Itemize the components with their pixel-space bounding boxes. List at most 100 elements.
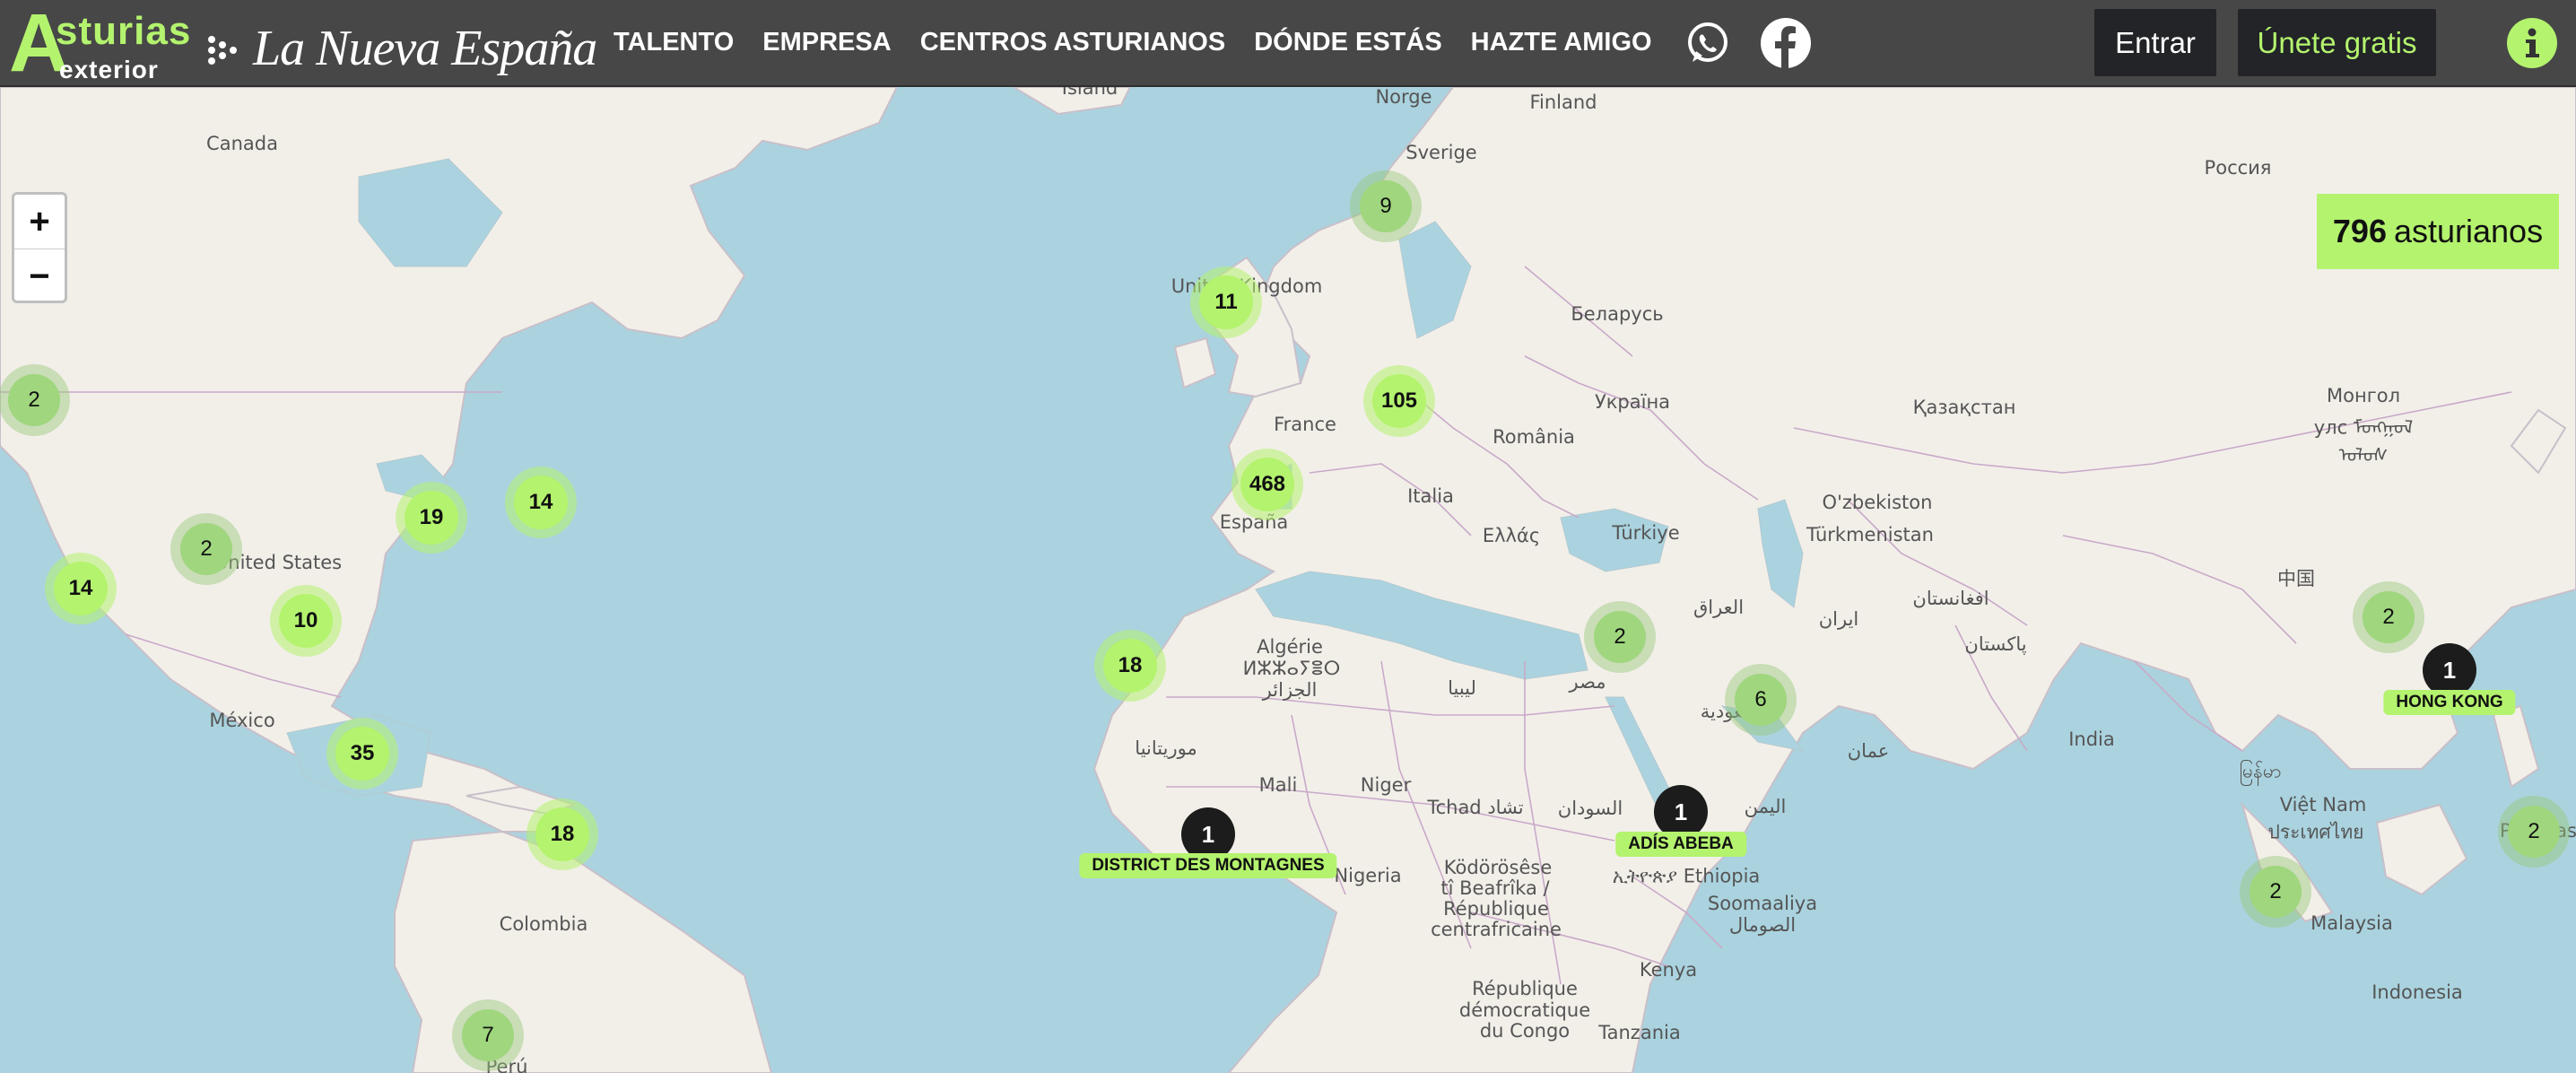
world-map[interactable]: Canada United States México Colombia Per… bbox=[0, 87, 2576, 1073]
facebook-icon[interactable] bbox=[1760, 17, 1812, 69]
map-cluster[interactable]: 2 bbox=[2240, 856, 2311, 928]
map-cluster[interactable]: 468 bbox=[1231, 449, 1303, 520]
logo-subtitle: exterior bbox=[59, 56, 159, 83]
place-label: México bbox=[209, 710, 275, 731]
land-borneo bbox=[2375, 803, 2468, 896]
map-cluster[interactable]: 2 bbox=[2498, 796, 2570, 868]
place-label: République bbox=[1472, 978, 1578, 999]
map-cluster[interactable]: 14 bbox=[505, 467, 577, 538]
info-icon bbox=[2526, 28, 2539, 57]
place-label: Ködörösêse bbox=[1443, 857, 1553, 878]
counter-label: asturianos bbox=[2393, 213, 2544, 249]
place-label: Algérie bbox=[1257, 636, 1323, 658]
map-cluster[interactable]: 105 bbox=[1363, 365, 1435, 437]
map-cluster[interactable]: 2 bbox=[2353, 581, 2424, 653]
map-marker[interactable]: 1 bbox=[2423, 643, 2476, 697]
login-button[interactable]: Entrar bbox=[2094, 9, 2216, 76]
social-links bbox=[1684, 17, 1812, 69]
place-label: Türkiye bbox=[1612, 522, 1680, 544]
place-label: ኢትዮጵያ Ethiopia bbox=[1612, 865, 1761, 887]
asturianos-counter: 796 asturianos bbox=[2317, 194, 2559, 269]
place-label: Colombia bbox=[499, 913, 588, 935]
place-label: O'zbekiston bbox=[1822, 492, 1933, 513]
cluster-count: 10 bbox=[279, 594, 333, 648]
cluster-count: 19 bbox=[405, 491, 458, 545]
place-label: မြန်မာ bbox=[2239, 760, 2282, 782]
cluster-count: 14 bbox=[514, 475, 568, 529]
cluster-count: 2 bbox=[1594, 611, 1646, 663]
map-cluster[interactable]: 11 bbox=[1190, 266, 1262, 338]
map-cluster[interactable]: 6 bbox=[1725, 664, 1797, 736]
map-marker[interactable]: 1 bbox=[1654, 785, 1708, 839]
place-label: Tchad تشاد bbox=[1427, 797, 1524, 818]
place-label: ᠤᠯᠤᠰ bbox=[2338, 444, 2389, 467]
place-label: Nigeria bbox=[1334, 865, 1402, 886]
place-label: România bbox=[1493, 426, 1575, 448]
place-label: اليمن bbox=[1744, 796, 1787, 817]
zoom-out-button[interactable]: − bbox=[14, 249, 65, 301]
lne-play-icon bbox=[208, 36, 237, 65]
map-cluster[interactable]: 14 bbox=[45, 553, 117, 624]
top-header: A sturias exterior La Nueva España TALEN… bbox=[0, 0, 2576, 87]
zoom-in-button[interactable]: + bbox=[14, 195, 65, 249]
counter-value: 796 bbox=[2332, 213, 2387, 249]
cluster-count: 105 bbox=[1372, 374, 1426, 428]
place-label: موريتانيا bbox=[1135, 737, 1197, 759]
place-label: Soomaaliya bbox=[1707, 893, 1818, 914]
city-label-adis-abeba[interactable]: ADÍS ABEBA bbox=[1615, 832, 1746, 857]
map-cluster[interactable]: 2 bbox=[170, 513, 242, 585]
place-label: Finland bbox=[1529, 92, 1597, 113]
place-label: Norge bbox=[1375, 87, 1432, 108]
map-cluster[interactable]: 10 bbox=[270, 585, 342, 657]
map-cluster[interactable]: 9 bbox=[1350, 170, 1422, 242]
map-cluster[interactable]: 7 bbox=[452, 999, 524, 1071]
place-label: Tanzania bbox=[1598, 1022, 1681, 1043]
cluster-count: 2 bbox=[8, 374, 60, 426]
place-label: Монгол bbox=[2326, 385, 2401, 406]
nav-donde-estas[interactable]: DÓNDE ESTÁS bbox=[1254, 28, 1441, 57]
map-cluster[interactable]: 35 bbox=[326, 718, 398, 789]
cluster-count: 11 bbox=[1199, 275, 1253, 329]
place-label: Niger bbox=[1360, 774, 1412, 796]
place-label: Ísland bbox=[1061, 87, 1118, 99]
cluster-count: 2 bbox=[2363, 591, 2415, 643]
land-ireland bbox=[1173, 336, 1217, 389]
place-label: Canada bbox=[206, 133, 278, 154]
cluster-count: 2 bbox=[2250, 866, 2302, 918]
whatsapp-icon[interactable] bbox=[1684, 20, 1731, 66]
cluster-count: 468 bbox=[1240, 458, 1294, 511]
cluster-count: 2 bbox=[180, 523, 232, 575]
zoom-control: + − bbox=[12, 192, 67, 303]
map-cluster[interactable]: 2 bbox=[0, 364, 70, 436]
place-label: Malaysia bbox=[2311, 912, 2393, 934]
place-label: ایران bbox=[1818, 608, 1859, 630]
place-label: ⵍⵣⵣⴰⵢⴻⵔ bbox=[1242, 658, 1341, 679]
map-cluster[interactable]: 2 bbox=[1584, 601, 1656, 673]
place-label: عمان bbox=[1847, 740, 1890, 762]
city-label-district-des-montagnes[interactable]: DISTRICT DES MONTAGNES bbox=[1079, 853, 1337, 878]
nav-talento[interactable]: TALENTO bbox=[614, 28, 734, 57]
signup-button[interactable]: Únete gratis bbox=[2238, 9, 2436, 76]
cluster-count: 18 bbox=[535, 807, 589, 861]
place-label: Беларусь bbox=[1571, 303, 1664, 325]
place-label: Україна bbox=[1594, 391, 1671, 413]
cluster-count: 2 bbox=[2508, 806, 2560, 858]
place-label: Mali bbox=[1258, 774, 1298, 796]
place-label: Việt Nam bbox=[2279, 794, 2367, 816]
main-navigation: TALENTO EMPRESA CENTROS ASTURIANOS DÓNDE… bbox=[614, 0, 1812, 85]
city-label-hong-kong[interactable]: HONG KONG bbox=[2383, 690, 2516, 715]
place-label: France bbox=[1274, 414, 1336, 435]
map-cluster[interactable]: 18 bbox=[527, 798, 598, 870]
place-label: 中国 bbox=[2277, 568, 2315, 589]
map-cluster[interactable]: 18 bbox=[1094, 630, 1166, 702]
place-label: India bbox=[2068, 728, 2115, 750]
place-label: République bbox=[1443, 898, 1549, 920]
info-button[interactable] bbox=[2507, 18, 2557, 68]
place-label: Россия bbox=[2204, 157, 2272, 179]
nav-hazte-amigo[interactable]: HAZTE AMIGO bbox=[1471, 28, 1652, 57]
nav-empresa[interactable]: EMPRESA bbox=[762, 28, 891, 57]
place-label: du Congo bbox=[1479, 1020, 1571, 1042]
map-cluster[interactable]: 19 bbox=[396, 482, 467, 554]
nav-centros-asturianos[interactable]: CENTROS ASTURIANOS bbox=[920, 28, 1226, 57]
cluster-count: 7 bbox=[462, 1009, 514, 1061]
